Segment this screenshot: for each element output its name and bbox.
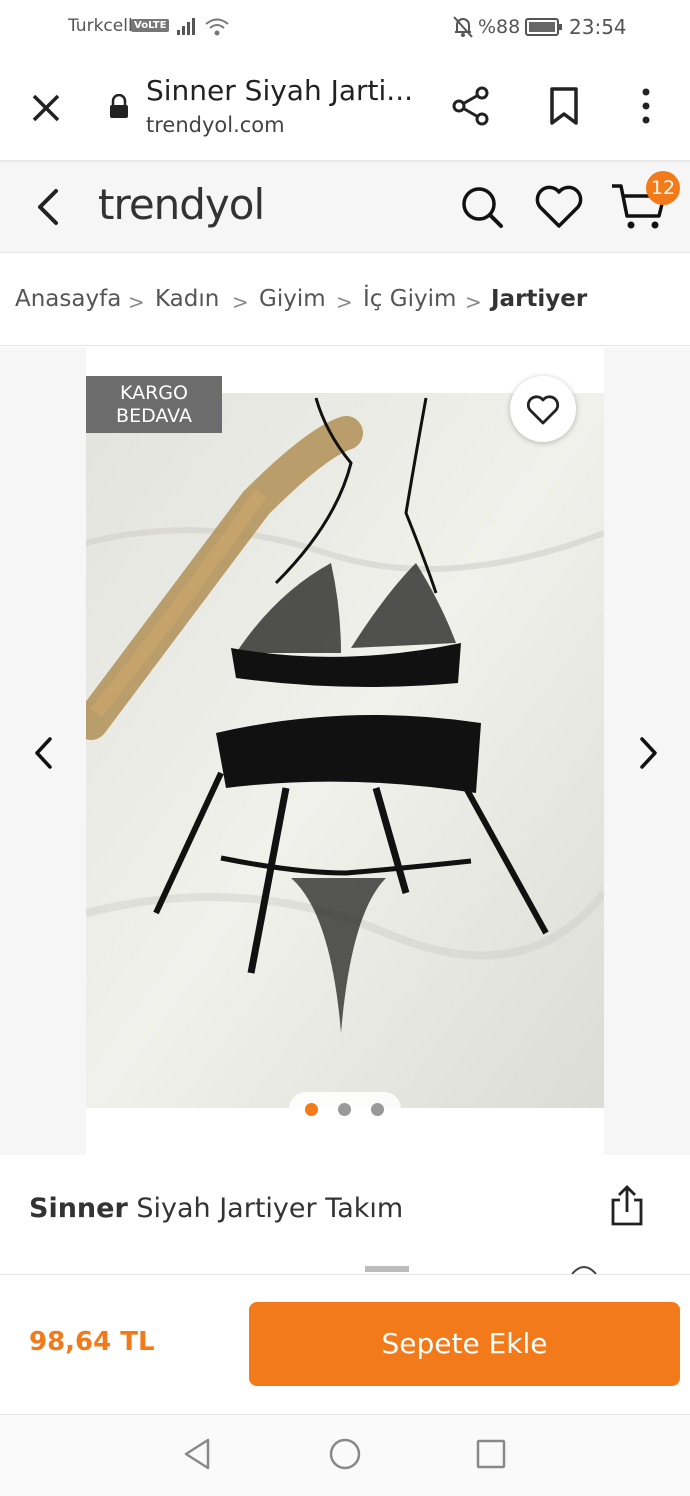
cart-count-badge: 12	[646, 171, 680, 205]
badge-line1: KARGO	[119, 382, 188, 404]
trendyol-logo[interactable]: trendyol	[98, 180, 265, 229]
product-brand[interactable]: Sinner	[29, 1193, 128, 1224]
browser-toolbar	[0, 56, 690, 162]
share-icon[interactable]	[450, 84, 492, 128]
breadcrumb-item-giyim[interactable]: Giyim	[259, 286, 326, 312]
rating-row-partial	[365, 1266, 597, 1274]
breadcrumb-item-anasayfa[interactable]: Anasayfa	[15, 286, 121, 312]
product-image[interactable]	[86, 393, 604, 1108]
back-arrow-icon[interactable]	[30, 186, 66, 228]
breadcrumb-separator: >	[465, 290, 482, 314]
clock: 23:54	[569, 15, 627, 39]
free-shipping-badge: KARGO BEDAVA	[86, 376, 222, 433]
bookmark-icon[interactable]	[545, 84, 583, 128]
carrier-name: Turkcell	[68, 16, 133, 36]
pagination-dot[interactable]	[371, 1103, 384, 1116]
nav-back-icon[interactable]	[180, 1436, 216, 1472]
battery-percent: %88	[478, 16, 521, 38]
more-vertical-icon[interactable]	[630, 84, 662, 128]
breadcrumb-separator: >	[232, 290, 249, 314]
product-title: Sinner Siyah Jartiyer Takım	[29, 1193, 403, 1224]
search-icon[interactable]	[458, 183, 506, 231]
breadcrumb-separator: >	[128, 290, 145, 314]
heart-icon[interactable]	[533, 183, 585, 231]
pagination-dot-active[interactable]	[305, 1103, 318, 1116]
lock-icon	[110, 94, 128, 118]
heart-icon	[526, 395, 560, 425]
wifi-icon	[205, 18, 229, 36]
nav-recents-icon[interactable]	[473, 1436, 509, 1472]
share-upload-icon[interactable]	[608, 1184, 646, 1228]
product-price: 98,64 TL	[29, 1327, 155, 1357]
chevron-left-icon[interactable]	[30, 735, 58, 771]
breadcrumb-item-ic-giyim[interactable]: İç Giyim	[363, 286, 456, 312]
breadcrumb-item-jartiyer: Jartiyer	[491, 286, 588, 312]
bell-off-icon	[453, 16, 473, 38]
badge-line2: BEDAVA	[116, 405, 192, 427]
page-url[interactable]: trendyol.com	[146, 113, 285, 137]
add-to-favorites-button[interactable]	[510, 376, 576, 442]
breadcrumb-separator: >	[336, 290, 353, 314]
signal-icon	[177, 18, 195, 35]
page-title: Sinner Siyah Jarti...	[146, 74, 413, 107]
battery-icon	[525, 18, 562, 36]
chevron-right-icon[interactable]	[634, 735, 662, 771]
close-icon[interactable]	[26, 88, 66, 128]
volte-badge: VoLTE	[131, 19, 170, 32]
product-name: Siyah Jartiyer Takım	[127, 1193, 404, 1224]
breadcrumb-item-kadin[interactable]: Kadın	[155, 286, 219, 312]
pagination-dot[interactable]	[338, 1103, 351, 1116]
add-to-cart-button[interactable]: Sepete Ekle	[249, 1302, 680, 1386]
nav-home-icon[interactable]	[327, 1436, 363, 1472]
